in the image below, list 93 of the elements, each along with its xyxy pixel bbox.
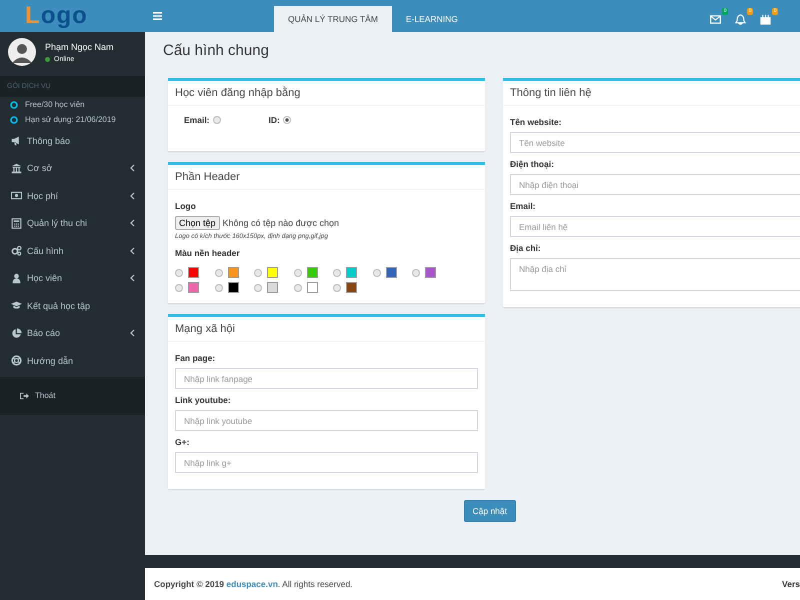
color-swatch[interactable] [346, 267, 357, 278]
radio-button[interactable] [333, 284, 341, 292]
field-label: G+: [175, 437, 190, 447]
color-swatch[interactable] [306, 267, 318, 278]
field-label: Tên website: [510, 117, 562, 127]
menu-item[interactable]: Quản lý thu chi [0, 210, 145, 237]
file-status: Không có tệp nào được chọn [222, 218, 340, 228]
field-label: Link youtube: [175, 395, 232, 405]
panel-title: Thông tin liên hệ [503, 81, 800, 106]
radio-button[interactable] [175, 268, 183, 276]
megaphone-icon [11, 135, 22, 146]
chevron-left-icon [130, 219, 135, 228]
color-swatch[interactable] [346, 282, 357, 293]
radio-button[interactable] [254, 268, 262, 276]
panel-title: Mạng xã hội [168, 317, 485, 342]
input-field[interactable]: Nhập link g+ [175, 452, 478, 473]
panel-title: Học viên đăng nhập bằng [168, 81, 485, 106]
radio-button[interactable] [333, 268, 341, 276]
gears-icon [11, 245, 22, 256]
banknote-icon [11, 190, 22, 202]
plan-info: Hạn sử dụng: 21/06/2019 [25, 115, 116, 124]
option-label: Email: [184, 115, 210, 125]
user-icon [11, 272, 22, 284]
field-label: Fan page: [175, 353, 216, 363]
menu-item[interactable]: Cấu hình [0, 237, 145, 264]
input-field[interactable]: Email liên hệ [510, 216, 800, 237]
color-swatch[interactable] [425, 267, 436, 278]
radio-button[interactable] [412, 268, 420, 276]
choose-file-button[interactable]: Chọn tệp [175, 216, 220, 230]
radio-button[interactable] [372, 268, 380, 276]
chevron-left-icon [130, 246, 135, 255]
field-label: Màu nền header [175, 248, 241, 258]
input-field[interactable]: Tên website [510, 132, 800, 153]
color-swatch[interactable] [267, 282, 278, 293]
radio-button[interactable] [175, 284, 183, 292]
radio-button[interactable] [282, 116, 291, 124]
chevron-left-icon [130, 192, 135, 200]
user-name: Phạm Ngọc Nam [45, 42, 114, 52]
color-swatch[interactable] [188, 267, 199, 278]
radio-button[interactable] [294, 268, 302, 276]
chevron-left-icon [130, 274, 135, 282]
calculator-icon [11, 218, 22, 229]
color-swatch[interactable] [228, 282, 238, 293]
chevron-left-icon [130, 164, 135, 172]
color-swatch[interactable] [267, 267, 278, 278]
menu-item[interactable]: Học viên [0, 264, 145, 292]
plan-info: Free/30 học viên [25, 100, 85, 109]
pie-chart-icon [11, 328, 22, 339]
radio-button[interactable] [214, 268, 222, 276]
update-button[interactable]: Cập nhật [464, 500, 516, 522]
site-link[interactable]: eduspace.vn [226, 579, 278, 589]
panel-title: Phần Header [168, 165, 485, 190]
avatar [8, 38, 36, 66]
nav-tab[interactable]: QUẢN LÝ TRUNG TÂM [274, 6, 392, 32]
field-label: Địa chỉ: [510, 243, 542, 253]
field-label: Email: [510, 201, 537, 211]
radio-button[interactable] [212, 116, 221, 124]
logout-link[interactable]: Thoát [20, 391, 56, 400]
lifebuoy-icon [11, 355, 22, 366]
bell-icon [735, 14, 746, 24]
radio-button[interactable] [214, 284, 222, 292]
circle-icon [10, 100, 18, 108]
menu-item[interactable]: Báo cáo [0, 320, 145, 347]
logo: Logo [0, 0, 145, 32]
menu-item[interactable]: Hướng dẫn [0, 347, 145, 374]
radio-button[interactable] [294, 284, 302, 292]
input-field[interactable]: Nhập link youtube [175, 410, 478, 431]
menu-icon [153, 12, 162, 20]
copyright-text: Copyright © 2019 eduspace.vn. All rights reserved. [154, 579, 353, 589]
sign-out-icon [20, 392, 29, 400]
bank-icon [11, 162, 22, 174]
menu-item[interactable]: Kết quả học tập [0, 292, 145, 320]
envelope-icon [710, 14, 721, 24]
menu-item[interactable]: Thông báo [0, 127, 145, 154]
menu-item[interactable]: Học phí [0, 182, 145, 210]
color-swatch[interactable] [188, 282, 199, 293]
option-label: ID: [268, 115, 280, 125]
page-title: Cấu hình chung [163, 42, 269, 58]
color-swatch[interactable] [306, 282, 318, 293]
field-label: Điện thoại: [510, 159, 555, 169]
chevron-left-icon [130, 329, 135, 338]
field-label: Logo [175, 201, 197, 211]
nav-tab[interactable]: E-LEARNING [392, 6, 472, 32]
radio-button[interactable] [254, 284, 262, 292]
menu-item[interactable]: Cơ sở [0, 154, 145, 182]
text-area[interactable]: Nhập địa chỉ [510, 258, 800, 291]
version-text: Vers [782, 579, 800, 589]
graduation-cap-icon [11, 300, 22, 312]
color-swatch[interactable] [386, 267, 396, 278]
input-field[interactable]: Nhập link fanpage [175, 368, 478, 389]
color-swatch[interactable] [228, 267, 238, 278]
circle-icon [10, 116, 18, 124]
input-field[interactable]: Nhập điện thoại [510, 174, 800, 195]
